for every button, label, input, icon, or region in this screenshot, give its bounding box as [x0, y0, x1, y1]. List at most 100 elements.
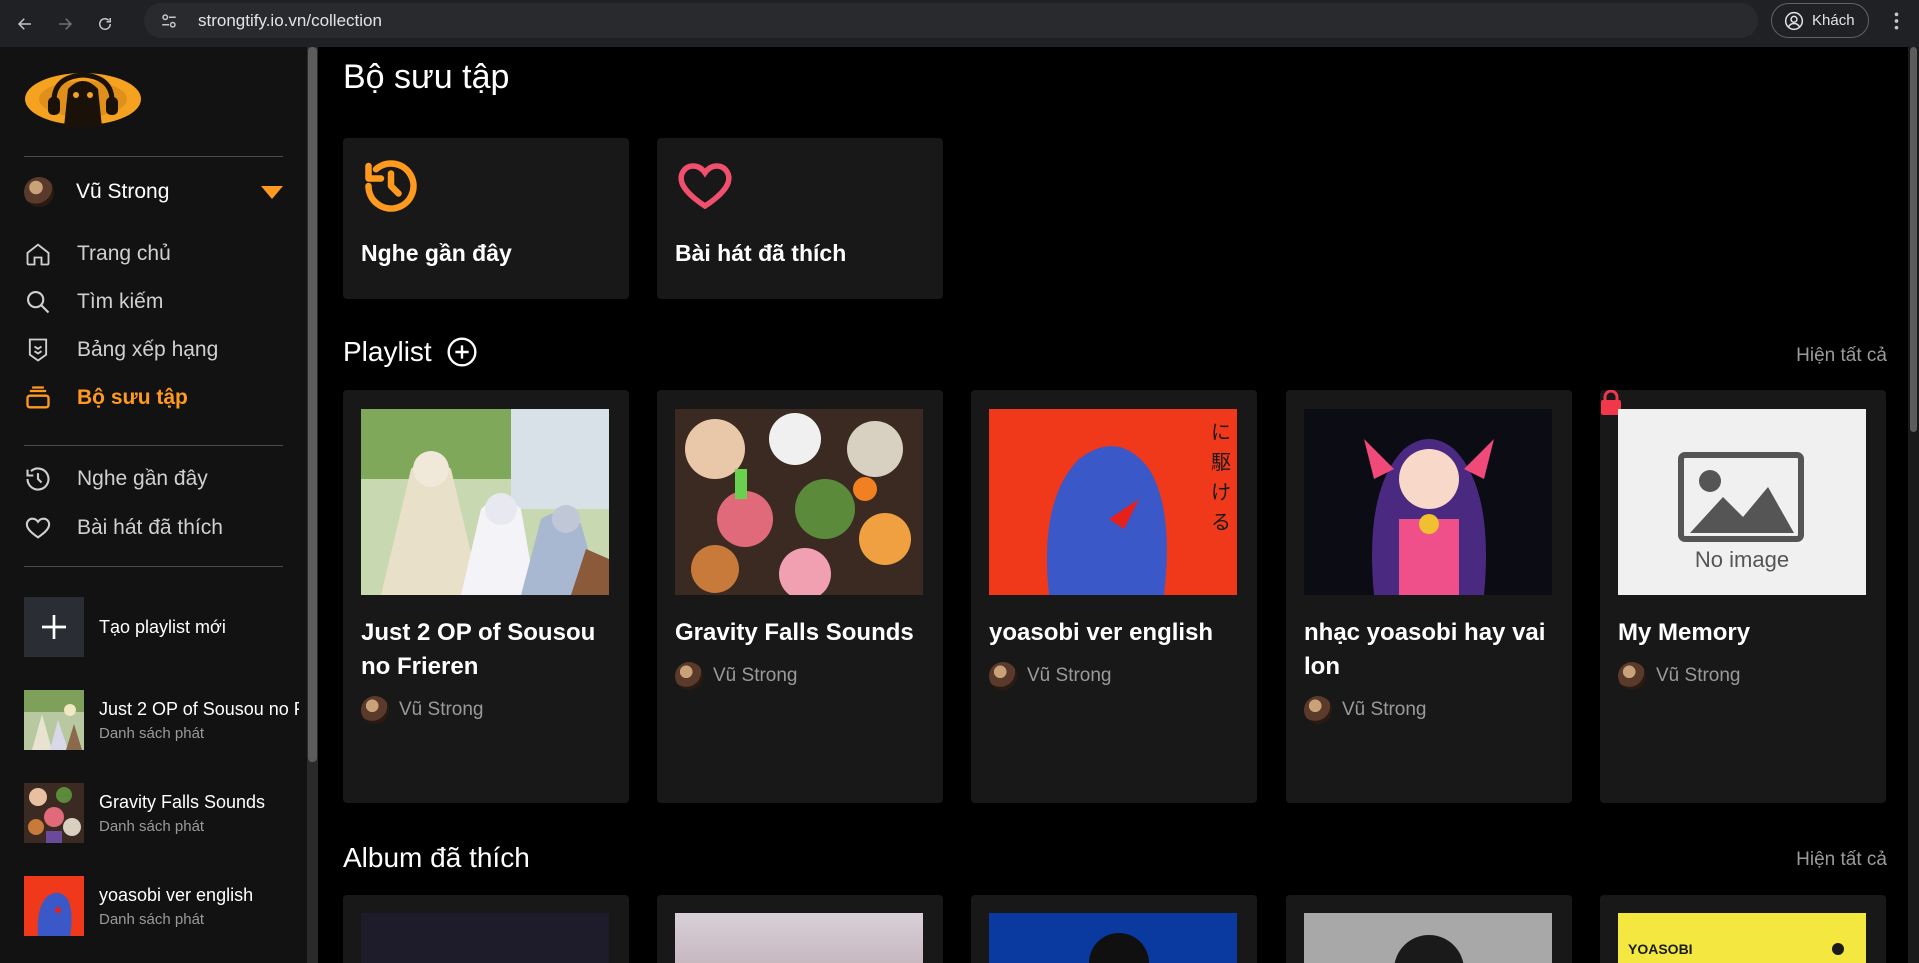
ranking-icon	[28, 338, 48, 362]
sidebar-item-label: Bộ sưu tập	[77, 386, 188, 409]
svg-text:駆: 駆	[1211, 450, 1231, 474]
album-cover-text: YOASOBI	[1628, 941, 1693, 957]
album-card[interactable]	[343, 895, 629, 963]
recent-listening-label: Nghe gần đây	[361, 240, 512, 266]
playlist-cover-image	[24, 876, 84, 936]
sidebar-playlist-title: yoasobi ver english	[99, 884, 254, 905]
playlist-card[interactable]: に 駆 け る yoasobi ver english Vũ Strong	[971, 390, 1257, 803]
playlist-card[interactable]: Just 2 OP of Sousou no Frieren Vũ Strong	[343, 390, 629, 803]
album-cover-image: YOASOBI	[1618, 913, 1866, 963]
address-bar[interactable]: strongtify.io.vn/collection	[144, 3, 1758, 38]
main-scrollbar[interactable]	[1908, 47, 1919, 963]
playlist-title[interactable]: Just 2 OP of Sousou no Frieren	[361, 616, 617, 684]
owner-avatar	[361, 696, 389, 724]
album-card[interactable]	[971, 895, 1257, 963]
sidebar-item-search[interactable]: Tìm kiếm	[24, 287, 163, 317]
sidebar-scrollbar[interactable]	[307, 47, 318, 963]
strongtify-logo-icon[interactable]	[24, 67, 142, 131]
liked-songs-card[interactable]: Bài hát đã thích	[657, 138, 943, 299]
sidebar-item-label: Nghe gần đây	[77, 467, 208, 490]
playlist-title[interactable]: Gravity Falls Sounds	[675, 616, 931, 650]
main-scrollbar-thumb[interactable]	[1910, 47, 1917, 432]
create-playlist-label: Tạo playlist mới	[99, 616, 226, 637]
playlist-cover-image	[361, 409, 609, 595]
user-menu[interactable]: Vũ Strong	[24, 174, 283, 210]
sidebar-playlist-item[interactable]: yoasobi ver english Danh sách phát	[24, 875, 314, 937]
home-icon	[26, 243, 50, 266]
playlist-owner[interactable]: Vũ Strong	[361, 696, 484, 724]
sidebar-scrollbar-thumb[interactable]	[308, 47, 317, 762]
album-section-title: Album đã thích	[343, 842, 530, 873]
site-settings-icon[interactable]	[158, 10, 180, 32]
playlist-owner[interactable]: Vũ Strong	[1304, 696, 1427, 724]
playlist-title[interactable]: nhạc yoasobi hay vai lon	[1304, 616, 1560, 684]
playlist-card[interactable]: No image My Memory Vũ Strong	[1600, 390, 1886, 803]
sidebar-item-label: Tìm kiếm	[77, 290, 164, 313]
playlist-owner[interactable]: Vũ Strong	[1618, 662, 1741, 690]
back-icon[interactable]	[10, 9, 40, 39]
playlist-owner[interactable]: Vũ Strong	[675, 662, 798, 690]
history-icon	[26, 467, 50, 491]
playlist-section-label: Playlist	[343, 336, 432, 367]
svg-text:け: け	[1211, 480, 1231, 504]
forward-icon[interactable]	[50, 9, 80, 39]
album-cover-dot	[1832, 943, 1844, 955]
heart-icon	[678, 163, 732, 210]
sidebar-playlist-subtitle: Danh sách phát	[99, 910, 205, 928]
sidebar-divider	[24, 156, 283, 157]
plus-icon	[24, 597, 84, 657]
playlist-owner-name: Vũ Strong	[1656, 665, 1741, 686]
album-cover-image	[989, 913, 1237, 963]
playlist-cover-image	[24, 690, 84, 750]
sidebar-playlist-item[interactable]: Gravity Falls Sounds Danh sách phát	[24, 782, 314, 844]
sidebar-item-home[interactable]: Trang chủ	[24, 239, 171, 269]
playlist-card[interactable]: nhạc yoasobi hay vai lon Vũ Strong	[1286, 390, 1572, 803]
album-show-all-link[interactable]: Hiện tất cả	[1796, 849, 1887, 871]
playlist-show-all-link[interactable]: Hiện tất cả	[1796, 345, 1887, 367]
playlist-cover-image	[1304, 409, 1552, 595]
playlist-title[interactable]: yoasobi ver english	[989, 616, 1245, 650]
svg-text:に: に	[1211, 420, 1231, 444]
recent-listening-card[interactable]: Nghe gần đây	[343, 138, 629, 299]
sidebar-playlist-title: Gravity Falls Sounds	[99, 791, 266, 812]
playlist-owner-name: Vũ Strong	[1342, 699, 1427, 720]
user-avatar	[24, 177, 54, 207]
owner-avatar	[675, 662, 703, 690]
owner-avatar	[989, 662, 1017, 690]
reload-icon[interactable]	[90, 9, 120, 39]
create-playlist-button[interactable]: Tạo playlist mới	[24, 596, 226, 658]
sidebar-playlist-item[interactable]: Just 2 OP of Sousou no Frieren Danh sách…	[24, 689, 314, 751]
sidebar-item-label: Bảng xếp hạng	[77, 338, 219, 361]
album-card[interactable]	[1286, 895, 1572, 963]
sidebar-item-collection[interactable]: Bộ sưu tập	[24, 383, 188, 413]
sidebar-divider	[24, 566, 283, 567]
album-card[interactable]: YOASOBI	[1600, 895, 1886, 963]
playlist-owner-name: Vũ Strong	[713, 665, 798, 686]
album-cover-image	[1304, 913, 1552, 963]
sidebar-item-liked-songs[interactable]: Bài hát đã thích	[24, 513, 223, 543]
owner-avatar	[1618, 662, 1646, 690]
svg-text:る: る	[1211, 510, 1231, 534]
browser-menu-icon[interactable]	[1886, 8, 1906, 34]
sidebar-item-label: Bài hát đã thích	[77, 516, 223, 539]
owner-avatar	[1304, 696, 1332, 724]
sidebar-playlist-subtitle: Danh sách phát	[99, 724, 205, 742]
sidebar-playlist-title: Just 2 OP of Sousou no Frieren	[99, 698, 299, 719]
add-playlist-icon[interactable]	[446, 336, 478, 368]
page-title: Bộ sưu tập	[343, 58, 510, 96]
album-card[interactable]	[657, 895, 943, 963]
heart-icon	[25, 517, 51, 539]
album-cover-figure	[1394, 935, 1464, 963]
guest-profile-button[interactable]: Khách	[1771, 3, 1869, 38]
sidebar-item-ranking[interactable]: Bảng xếp hạng	[24, 335, 218, 365]
sidebar-item-recent[interactable]: Nghe gần đây	[24, 464, 208, 494]
guest-label: Khách	[1812, 12, 1855, 29]
playlist-owner[interactable]: Vũ Strong	[989, 662, 1112, 690]
playlist-owner-name: Vũ Strong	[399, 699, 484, 720]
caret-down-icon[interactable]	[261, 185, 283, 199]
url-text[interactable]: strongtify.io.vn/collection	[198, 11, 382, 31]
playlist-section-title: Playlist	[343, 336, 478, 368]
playlist-title[interactable]: My Memory	[1618, 616, 1874, 650]
sidebar: Vũ Strong Trang chủ Tìm kiếm Bảng xếp hạ…	[0, 47, 307, 963]
playlist-card[interactable]: Gravity Falls Sounds Vũ Strong	[657, 390, 943, 803]
